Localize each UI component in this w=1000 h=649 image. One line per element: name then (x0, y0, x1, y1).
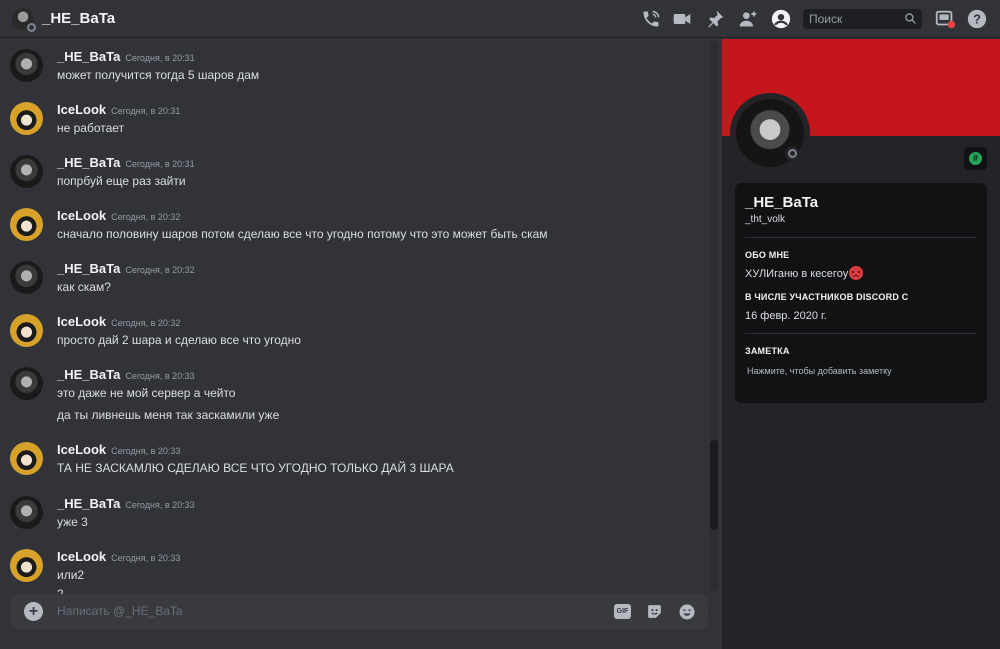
gif-button[interactable]: GIF (614, 604, 631, 619)
timestamp: Сегодня, в 20:33 (111, 553, 181, 563)
timestamp: Сегодня, в 20:32 (125, 265, 195, 275)
search-placeholder: Поиск (809, 12, 843, 26)
search-input[interactable]: Поиск (803, 9, 922, 29)
footer-strip (0, 630, 720, 649)
message-text: ТА НЕ ЗАСКАМЛЮ СДЕЛАЮ ВСЕ ЧТО УГОДНО ТОЛ… (57, 461, 454, 475)
timestamp: Сегодня, в 20:31 (125, 53, 195, 63)
avatar[interactable] (10, 155, 43, 188)
author-name[interactable]: IceLook (57, 208, 106, 223)
message-author[interactable]: _HE_BaTa Сегодня, в 20:31 (57, 49, 195, 64)
header-bar: _HE_BaTa Поиск ? (0, 0, 1000, 38)
avatar[interactable] (10, 367, 43, 400)
hashtag-badge-icon[interactable]: # (964, 147, 987, 170)
message-text: уже 3 (57, 515, 88, 529)
message-text: это даже не мой сервер а чейто (57, 386, 236, 400)
timestamp: Сегодня, в 20:33 (125, 500, 195, 510)
message-author[interactable]: IceLook Сегодня, в 20:33 (57, 549, 180, 564)
profile-username: _tht_volk (745, 214, 786, 225)
about-text-row: ХУЛИганю в кесегоу (745, 266, 864, 281)
phone-call-icon[interactable] (639, 8, 663, 30)
pin-icon[interactable] (703, 8, 727, 30)
note-heading: ЗАМЕТКА (745, 346, 790, 356)
author-name[interactable]: _HE_BaTa (57, 496, 120, 511)
angry-face-icon (849, 266, 864, 280)
avatar[interactable] (10, 102, 43, 135)
author-name[interactable]: IceLook (57, 314, 106, 329)
inbox-icon[interactable] (933, 8, 957, 30)
message-author[interactable]: IceLook Сегодня, в 20:32 (57, 208, 180, 223)
message-author[interactable]: IceLook Сегодня, в 20:33 (57, 442, 180, 457)
avatar[interactable] (10, 442, 43, 475)
about-heading: ОБО МНЕ (745, 250, 790, 260)
help-icon[interactable]: ? (965, 8, 989, 30)
avatar[interactable] (10, 49, 43, 82)
svg-text:?: ? (973, 12, 981, 27)
profile-panel: # _HE_BaTa _tht_volk ОБО МНЕ ХУЛИганю в … (722, 39, 1000, 649)
timestamp: Сегодня, в 20:31 (111, 106, 181, 116)
about-text: ХУЛИганю в кесегоу (745, 267, 849, 280)
author-name[interactable]: _HE_BaTa (57, 49, 120, 64)
search-icon (904, 12, 917, 28)
message-author[interactable]: IceLook Сегодня, в 20:31 (57, 102, 180, 117)
member-since-date: 16 февр. 2020 г. (745, 310, 827, 322)
avatar[interactable] (10, 261, 43, 294)
author-name[interactable]: IceLook (57, 549, 106, 564)
status-indicator (27, 23, 36, 32)
message-text: не работает (57, 121, 125, 135)
timestamp: Сегодня, в 20:31 (125, 159, 195, 169)
member-since-heading: В ЧИСЛЕ УЧАСТНИКОВ DISCORD С (745, 292, 909, 302)
author-name[interactable]: _HE_BaTa (57, 155, 120, 170)
avatar[interactable] (10, 496, 43, 529)
timestamp: Сегодня, в 20:32 (111, 318, 181, 328)
message-text: просто дай 2 шара и сделаю все что угодн… (57, 333, 301, 347)
author-name[interactable]: _HE_BaTa (57, 367, 120, 382)
author-name[interactable]: IceLook (57, 102, 106, 117)
message-composer[interactable]: + Написать @_HE_BaTa GIF (11, 594, 708, 629)
avatar[interactable] (10, 549, 43, 582)
status-indicator (785, 146, 800, 161)
add-attachment-icon[interactable]: + (24, 602, 43, 621)
profile-display-name: _HE_BaTa (745, 194, 819, 211)
message-author[interactable]: IceLook Сегодня, в 20:32 (57, 314, 180, 329)
message-text: сначало половину шаров потом сделаю все … (57, 227, 548, 241)
user-profile-icon[interactable] (769, 8, 793, 30)
message-author[interactable]: _HE_BaTa Сегодня, в 20:33 (57, 367, 195, 382)
divider (745, 333, 977, 334)
message-text: как скам? (57, 280, 111, 294)
message-input[interactable]: Написать @_HE_BaTa (57, 604, 183, 618)
message-text: может получится тогда 5 шаров дам (57, 68, 260, 82)
add-friend-icon[interactable] (736, 8, 760, 30)
timestamp: Сегодня, в 20:32 (111, 212, 181, 222)
scrollbar-thumb[interactable] (710, 440, 718, 530)
message-text: 2 (57, 587, 64, 594)
message-text: попрбуй еще раз зайти (57, 174, 186, 188)
author-name[interactable]: _HE_BaTa (57, 261, 120, 276)
avatar[interactable] (10, 314, 43, 347)
timestamp: Сегодня, в 20:33 (125, 371, 195, 381)
emoji-icon[interactable] (678, 603, 696, 621)
avatar[interactable] (12, 8, 36, 32)
message-text: или2 (57, 568, 85, 582)
divider (745, 237, 977, 238)
avatar[interactable] (10, 208, 43, 241)
message-list: _HE_BaTa Сегодня, в 20:31 может получится… (0, 39, 720, 594)
message-author[interactable]: _HE_BaTa Сегодня, в 20:33 (57, 496, 195, 511)
message-author[interactable]: _HE_BaTa Сегодня, в 20:32 (57, 261, 195, 276)
profile-card: _HE_BaTa _tht_volk ОБО МНЕ ХУЛИганю в ке… (735, 183, 987, 403)
note-input[interactable]: Нажмите, чтобы добавить заметку (747, 366, 892, 376)
sticker-icon[interactable] (646, 603, 663, 620)
timestamp: Сегодня, в 20:33 (111, 446, 181, 456)
author-name[interactable]: IceLook (57, 442, 106, 457)
page-title: _HE_BaTa (42, 10, 116, 27)
message-text: да ты ливнешь меня так заскамили уже (57, 408, 280, 422)
video-icon[interactable] (670, 8, 694, 30)
message-author[interactable]: _HE_BaTa Сегодня, в 20:31 (57, 155, 195, 170)
